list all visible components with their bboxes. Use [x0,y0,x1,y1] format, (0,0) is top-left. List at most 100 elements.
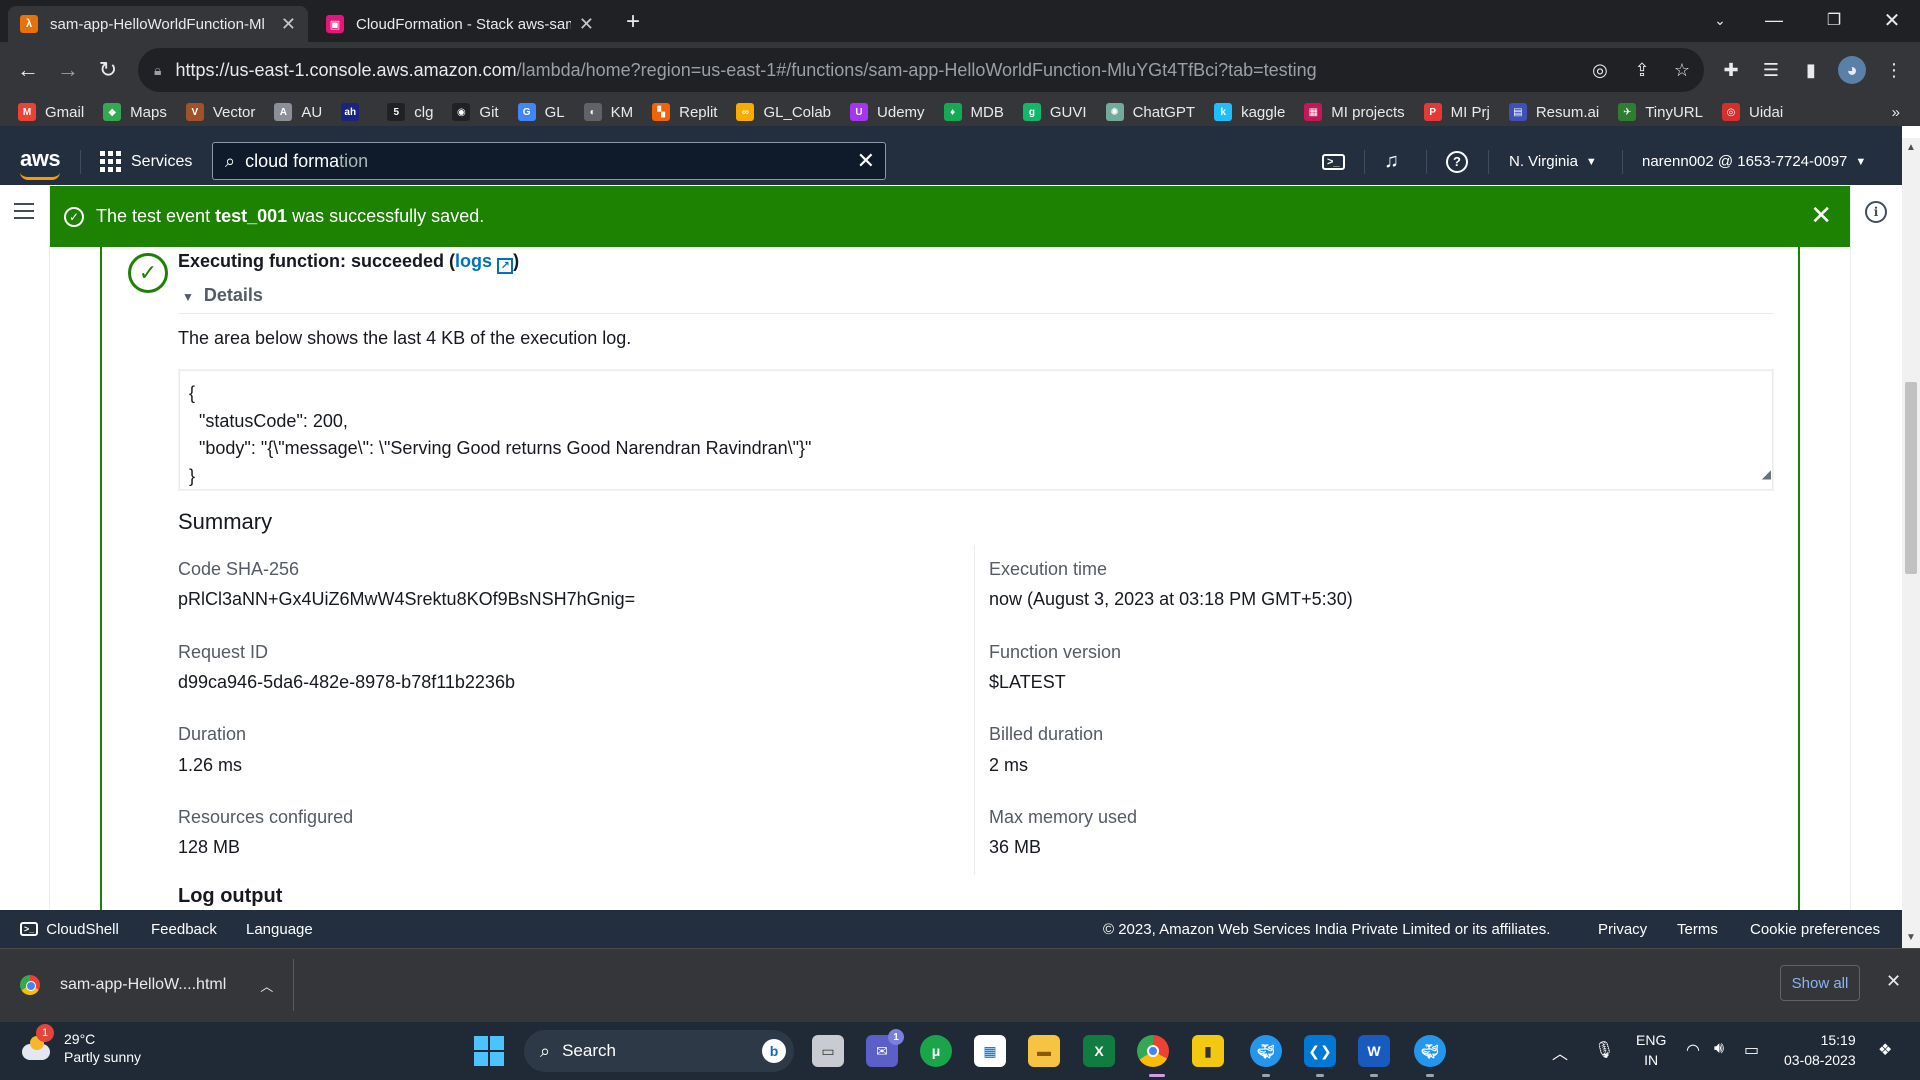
file-explorer-icon[interactable]: ▬ [1028,1035,1060,1067]
bookmark-item[interactable]: ◆ Maps [103,103,167,121]
bookmark-item[interactable]: ◉ Git [452,103,499,121]
cookie-preferences-link[interactable]: Cookie preferences [1750,910,1880,948]
tracking-protection-icon[interactable]: ◎ [1586,56,1614,84]
weather-widget[interactable]: 1 29°C Partly sunny [22,1024,141,1066]
logs-link[interactable]: logs ↗ [455,251,514,274]
chrome-icon[interactable] [1137,1035,1169,1067]
download-item[interactable]: sam-app-HelloW....html ︿ [20,959,294,1011]
task-view-icon[interactable]: ▭ [812,1035,844,1067]
scrollbar-thumb[interactable] [1905,382,1917,574]
page-scrollbar[interactable]: ▲ ▼ [1902,138,1920,948]
close-icon[interactable]: ✕ [579,14,594,35]
back-arrow-icon[interactable]: ← [10,52,46,88]
close-icon[interactable]: ✕ [281,14,296,35]
bookmark-item[interactable]: A AU [274,103,322,121]
feedback-link[interactable]: Feedback [151,910,217,948]
restore-icon[interactable]: ❐ [1806,0,1862,40]
bookmark-item[interactable]: P MI Prj [1423,103,1490,121]
bookmark-item[interactable]: ah [341,103,368,121]
bookmark-item[interactable]: V Vector [185,103,255,121]
cloudshell-icon[interactable]: >_ [1322,138,1345,185]
bookmark-item[interactable]: U Udemy [850,103,925,121]
bookmarks-overflow-icon[interactable]: » [1892,104,1900,121]
bookmark-item[interactable]: ∞ GL_Colab [736,103,831,121]
scroll-up-arrow-icon[interactable]: ▲ [1906,142,1916,153]
show-all-downloads-button[interactable]: Show all [1780,965,1860,1001]
power-bi-icon[interactable]: ▮ [1192,1035,1224,1067]
bookmark-item[interactable]: ♦ MDB [943,103,1004,121]
url-text[interactable]: https://us-east-1.console.aws.amazon.com… [175,60,1316,81]
bookmark-item[interactable]: ◐ KM [583,103,633,121]
bookmark-item[interactable]: ◎ Uidai [1721,103,1783,121]
chevron-up-icon[interactable]: ︿ [1552,1040,1568,1064]
microsoft-store-icon[interactable]: ▦ [974,1035,1006,1067]
volume-icon[interactable]: 🔊︎ [1714,1040,1724,1058]
reading-list-icon[interactable]: ☰ [1757,56,1785,84]
resize-grip-icon[interactable]: ◢ [1762,461,1771,489]
services-menu-button[interactable]: Services [100,138,192,185]
privacy-link[interactable]: Privacy [1598,910,1647,948]
profile-avatar[interactable]: ◕ [1838,56,1866,84]
tab-search-icon[interactable]: ⌄ [1692,0,1748,40]
wifi-icon[interactable]: ◠ [1686,1040,1700,1060]
new-tab-button[interactable]: + [618,4,654,40]
region-selector[interactable]: N. Virginia ▼ [1509,138,1597,185]
bookmark-item[interactable]: ✈ TinyURL [1618,103,1703,121]
bookmark-item[interactable]: g GUVI [1022,103,1087,121]
chevron-up-icon[interactable]: ︿ [260,976,273,995]
bookmark-item[interactable]: ▤ Resum.ai [1508,103,1599,121]
address-bar[interactable]: 🔒︎ https://us-east-1.console.aws.amazon.… [138,48,1704,92]
taskbar-search[interactable]: ⌕ Search b [524,1030,794,1072]
close-window-icon[interactable]: ✕ [1864,0,1920,40]
bookmark-item[interactable]: M Gmail [18,103,84,121]
bookmark-item[interactable]: 5 clg [387,103,433,121]
bookmark-label: Udemy [877,103,925,121]
bookmark-star-icon[interactable]: ☆ [1668,56,1696,84]
account-menu[interactable]: narenn002 @ 1653-7724-0097 ▼ [1642,138,1866,185]
bing-icon[interactable]: b [762,1039,786,1063]
info-icon[interactable]: i [1865,201,1887,223]
request-id-value: d99ca946-5da6-482e-8978-b78f11b2236b [178,672,515,692]
notification-center-icon[interactable]: ❖ [1878,1040,1892,1060]
close-icon[interactable]: ✕ [1810,200,1832,231]
console-search-input[interactable]: ⌕ cloud forma tion ✕ [212,142,886,180]
bookmark-item[interactable]: ✺ ChatGPT [1105,103,1195,121]
bookmark-item[interactable]: ▦ MI projects [1304,103,1405,121]
system-clock[interactable]: 15:19 03-08-2023 [1784,1030,1856,1070]
minimize-icon[interactable]: — [1746,0,1802,40]
teams-chat-icon[interactable]: ✉ 1 [866,1029,904,1067]
input-language-indicator[interactable]: ENG IN [1636,1030,1666,1070]
vscode-icon[interactable]: ❮❯ [1304,1035,1336,1067]
execution-log-textarea[interactable]: { "statusCode": 200, "body": "{\"message… [178,369,1774,491]
terms-link[interactable]: Terms [1677,910,1718,948]
language-selector[interactable]: Language [246,910,313,948]
extensions-icon[interactable]: ✚ [1717,56,1745,84]
clear-search-icon[interactable]: ✕ [857,148,875,174]
tab-lambda-function[interactable]: λ sam-app-HelloWorldFunction-Ml ✕ [8,6,308,42]
word-icon[interactable]: W [1358,1035,1390,1067]
notifications-bell-icon[interactable]: ♫ [1384,138,1399,185]
docker-icon[interactable]: 🐳︎ [1250,1035,1282,1067]
menu-kebab-icon[interactable]: ⋮ [1880,56,1908,84]
forward-arrow-icon[interactable]: → [50,52,86,88]
scroll-down-arrow-icon[interactable]: ▼ [1906,932,1916,943]
bookmark-item[interactable]: ▚ Replit [652,103,717,121]
battery-icon[interactable]: ▭ [1744,1040,1759,1060]
excel-icon[interactable]: X [1083,1035,1115,1067]
bookmark-item[interactable]: k kaggle [1214,103,1285,121]
details-expander[interactable]: ▼ Details [182,285,263,306]
cloudshell-footer-button[interactable]: >_ CloudShell [20,910,119,948]
reload-icon[interactable]: ↻ [90,52,126,88]
tab-cloudformation[interactable]: ▣ CloudFormation - Stack aws-sam ✕ [314,6,606,42]
microphone-icon[interactable]: 🎙︎ [1594,1040,1614,1060]
windows-start-icon[interactable] [474,1036,504,1066]
hamburger-menu-icon[interactable] [14,203,34,219]
close-downloads-icon[interactable]: ✕ [1886,971,1901,992]
aws-logo[interactable]: aws [20,146,61,180]
bookmark-item[interactable]: G GL [517,103,565,121]
side-panel-icon[interactable]: ▮ [1797,56,1825,84]
docker-desktop-icon[interactable]: 🐳︎ [1414,1035,1446,1067]
utorrent-icon[interactable]: μ [920,1035,952,1067]
help-icon[interactable]: ? [1446,138,1468,185]
share-icon[interactable]: ⇪ [1628,56,1656,84]
